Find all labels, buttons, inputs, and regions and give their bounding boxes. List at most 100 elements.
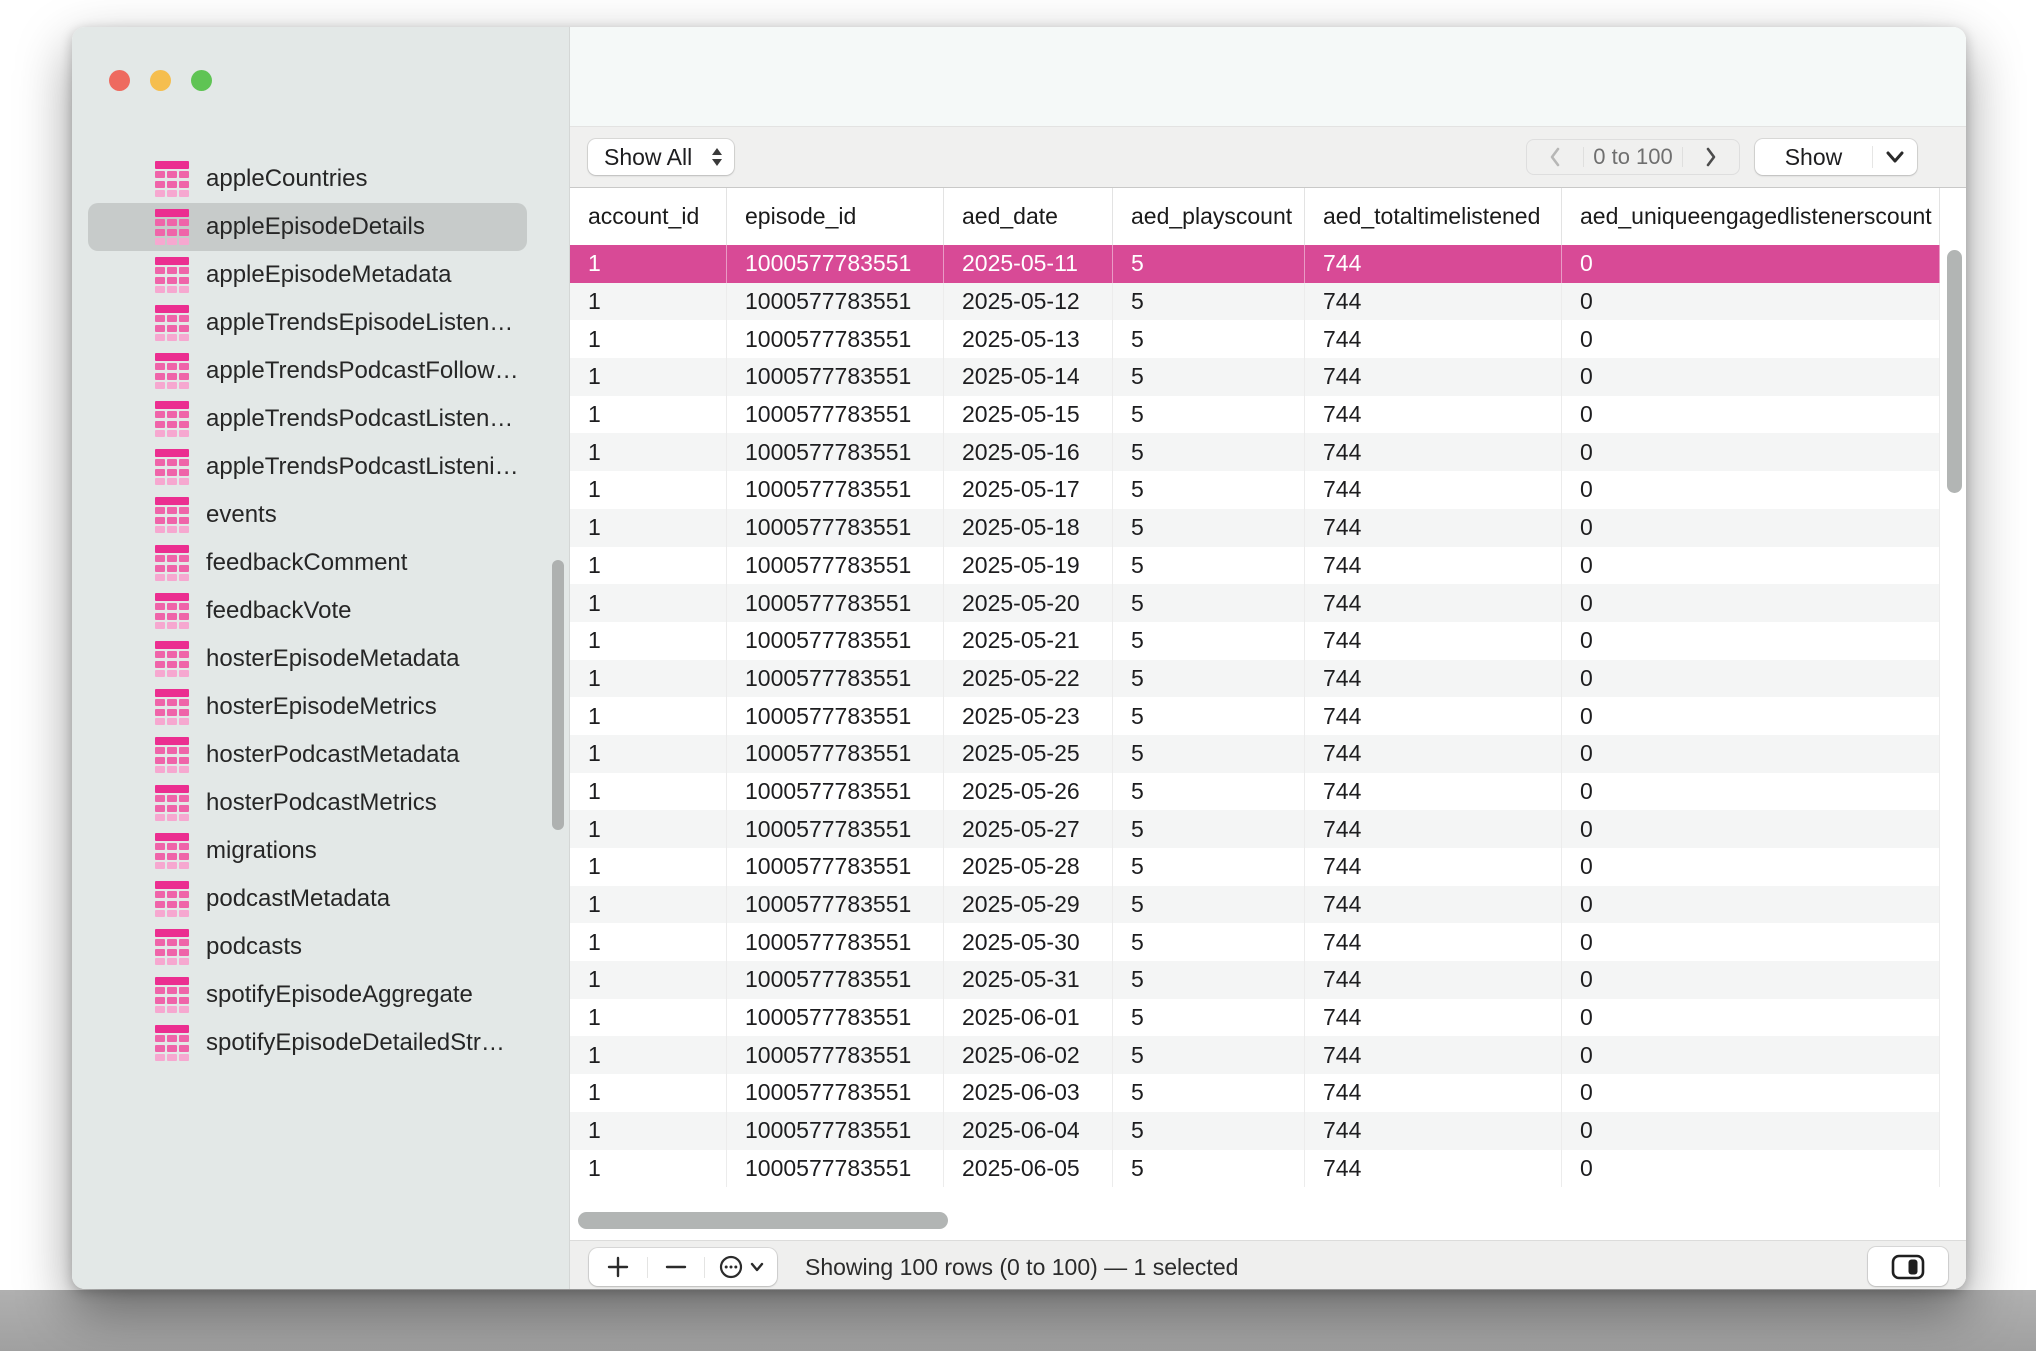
show-dropdown-button[interactable]: Show [1755,139,1917,175]
sidebar-item-label: hosterEpisodeMetrics [206,693,437,721]
minimize-button[interactable] [150,70,171,91]
sidebar-item-appleTrendsEpisodeListen[interactable]: appleTrendsEpisodeListen… [88,299,527,347]
column-header-account_id[interactable]: account_id [570,188,727,245]
table-row[interactable]: 110005777835512025-06-0157440 [570,999,1940,1037]
sidebar-item-appleTrendsPodcastFollow[interactable]: appleTrendsPodcastFollow… [88,347,527,395]
cell-aed_date: 2025-06-05 [944,1150,1113,1188]
table-row[interactable]: 110005777835512025-05-1757440 [570,471,1940,509]
table-row[interactable]: 110005777835512025-05-1357440 [570,320,1940,358]
table-row[interactable]: 110005777835512025-05-3157440 [570,961,1940,999]
table-row[interactable]: 110005777835512025-05-1657440 [570,433,1940,471]
cell-episode_id: 1000577783551 [727,547,944,585]
table-row[interactable]: 110005777835512025-05-2657440 [570,773,1940,811]
minus-icon [664,1255,688,1279]
cell-aed_date: 2025-05-22 [944,660,1113,698]
cell-aed_date: 2025-05-14 [944,358,1113,396]
sidebar: appleCountriesappleEpisodeDetailsappleEp… [72,27,570,1289]
cell-aed_playscount: 5 [1113,1112,1305,1150]
cell-episode_id: 1000577783551 [727,433,944,471]
sidebar-item-appleTrendsPodcastListen[interactable]: appleTrendsPodcastListen… [88,395,527,443]
table-row[interactable]: 110005777835512025-06-0557440 [570,1150,1940,1188]
table-row[interactable]: 110005777835512025-05-1157440 [570,245,1940,283]
sidebar-item-label: appleTrendsPodcastFollow… [206,357,519,385]
table-row[interactable]: 110005777835512025-05-2357440 [570,697,1940,735]
column-header-episode_id[interactable]: episode_id [727,188,944,245]
table-row[interactable]: 110005777835512025-05-2857440 [570,848,1940,886]
table-row[interactable]: 110005777835512025-05-1257440 [570,283,1940,321]
sidebar-item-events[interactable]: events [88,491,527,539]
cell-aed_date: 2025-05-20 [944,584,1113,622]
sidebar-item-hosterEpisodeMetrics[interactable]: hosterEpisodeMetrics [88,683,527,731]
cell-account_id: 1 [570,471,727,509]
sidebar-item-appleTrendsPodcastListeni[interactable]: appleTrendsPodcastListeni… [88,443,527,491]
sidebar-item-hosterPodcastMetadata[interactable]: hosterPodcastMetadata [88,731,527,779]
sidebar-scrollbar-thumb[interactable] [552,560,564,830]
add-row-button[interactable] [589,1248,647,1286]
sidebar-item-hosterEpisodeMetadata[interactable]: hosterEpisodeMetadata [88,635,527,683]
table-row[interactable]: 110005777835512025-05-2157440 [570,622,1940,660]
cell-aed_totaltimelistened: 744 [1305,622,1562,660]
filter-popup-button[interactable]: Show All [588,139,734,175]
column-header-aed_uniqueengagedlistenerscount[interactable]: aed_uniqueengagedlistenerscount [1562,188,1940,245]
cell-aed_totaltimelistened: 744 [1305,433,1562,471]
cell-episode_id: 1000577783551 [727,773,944,811]
table-row[interactable]: 110005777835512025-05-1557440 [570,396,1940,434]
column-header-aed_totaltimelistened[interactable]: aed_totaltimelistened [1305,188,1562,245]
table-row[interactable]: 110005777835512025-05-2257440 [570,660,1940,698]
table-vertical-scrollbar-thumb[interactable] [1947,250,1962,493]
table-icon [155,689,189,726]
table-row[interactable]: 110005777835512025-05-1957440 [570,547,1940,585]
sidebar-item-hosterPodcastMetrics[interactable]: hosterPodcastMetrics [88,779,527,827]
cell-aed_playscount: 5 [1113,358,1305,396]
table-horizontal-scrollbar-thumb[interactable] [578,1212,948,1229]
next-page-button[interactable] [1683,140,1739,174]
cell-aed_uniqueengagedlistenerscount: 0 [1562,320,1940,358]
sidebar-item-label: spotifyEpisodeAggregate [206,981,473,1009]
table-row[interactable]: 110005777835512025-06-0457440 [570,1112,1940,1150]
sidebar-item-spotifyEpisodeAggregate[interactable]: spotifyEpisodeAggregate [88,971,527,1019]
plus-icon [606,1255,630,1279]
column-header-aed_playscount[interactable]: aed_playscount [1113,188,1305,245]
table-row[interactable]: 110005777835512025-05-2757440 [570,810,1940,848]
cell-aed_date: 2025-06-01 [944,999,1113,1037]
sidebar-item-migrations[interactable]: migrations [88,827,527,875]
close-button[interactable] [109,70,130,91]
cell-aed_totaltimelistened: 744 [1305,358,1562,396]
table-row[interactable]: 110005777835512025-06-0357440 [570,1074,1940,1112]
sidebar-item-podcasts[interactable]: podcasts [88,923,527,971]
table-row[interactable]: 110005777835512025-06-0257440 [570,1036,1940,1074]
more-actions-button[interactable] [705,1248,777,1286]
cell-aed_playscount: 5 [1113,810,1305,848]
sidebar-item-podcastMetadata[interactable]: podcastMetadata [88,875,527,923]
previous-page-button[interactable] [1527,140,1583,174]
cell-episode_id: 1000577783551 [727,810,944,848]
table-icon [155,929,189,966]
toggle-right-panel-button[interactable] [1868,1247,1948,1286]
delete-row-button[interactable] [648,1248,704,1286]
sidebar-item-appleEpisodeDetails[interactable]: appleEpisodeDetails [88,203,527,251]
cell-aed_totaltimelistened: 744 [1305,547,1562,585]
sidebar-item-feedbackComment[interactable]: feedbackComment [88,539,527,587]
zoom-button[interactable] [191,70,212,91]
sidebar-item-spotifyEpisodeDetailedStr[interactable]: spotifyEpisodeDetailedStr… [88,1019,527,1067]
table-row[interactable]: 110005777835512025-05-2557440 [570,735,1940,773]
cell-account_id: 1 [570,358,727,396]
table-row[interactable]: 110005777835512025-05-3057440 [570,923,1940,961]
cell-aed_date: 2025-05-17 [944,471,1113,509]
column-header-aed_date[interactable]: aed_date [944,188,1113,245]
cell-aed_date: 2025-05-13 [944,320,1113,358]
sidebar-item-appleEpisodeMetadata[interactable]: appleEpisodeMetadata [88,251,527,299]
cell-aed_playscount: 5 [1113,509,1305,547]
table-row[interactable]: 110005777835512025-05-2057440 [570,584,1940,622]
table-row[interactable]: 110005777835512025-05-1857440 [570,509,1940,547]
cell-aed_date: 2025-05-26 [944,773,1113,811]
sidebar-item-appleCountries[interactable]: appleCountries [88,155,527,203]
table-row[interactable]: 110005777835512025-05-1457440 [570,358,1940,396]
table-row[interactable]: 110005777835512025-05-2957440 [570,886,1940,924]
cell-aed_totaltimelistened: 744 [1305,961,1562,999]
sidebar-item-feedbackVote[interactable]: feedbackVote [88,587,527,635]
cell-account_id: 1 [570,622,727,660]
cell-aed_totaltimelistened: 744 [1305,735,1562,773]
table-icon [155,593,189,630]
cell-aed_totaltimelistened: 744 [1305,848,1562,886]
